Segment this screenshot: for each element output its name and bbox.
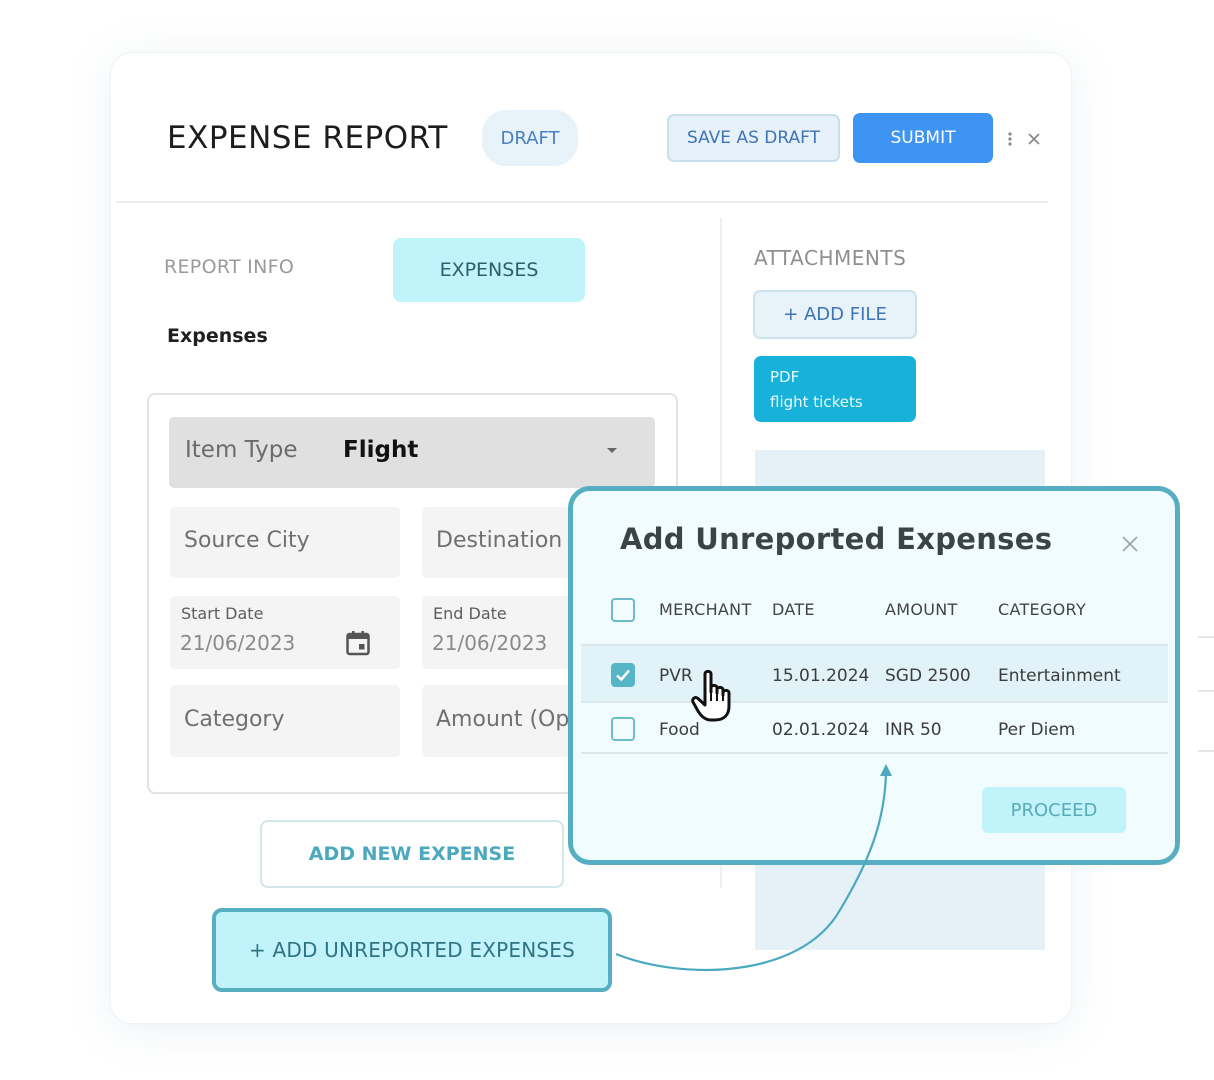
amount-placeholder: Amount (Op bbox=[436, 707, 570, 732]
save-as-draft-button[interactable]: SAVE AS DRAFT bbox=[667, 114, 840, 162]
destination-field[interactable]: Destination bbox=[422, 507, 572, 578]
cell-category: Per Diem bbox=[998, 720, 1076, 740]
row-checkbox[interactable] bbox=[611, 663, 635, 687]
column-header-date: DATE bbox=[772, 600, 815, 619]
column-header-merchant: MERCHANT bbox=[659, 600, 752, 619]
cell-merchant: PVR bbox=[659, 666, 693, 686]
background-decoration bbox=[1196, 636, 1214, 756]
dropdown-caret-icon bbox=[607, 448, 617, 453]
header-divider bbox=[116, 201, 1048, 203]
attachments-title: ATTACHMENTS bbox=[754, 246, 907, 270]
end-date-field[interactable]: End Date 21/06/2023 bbox=[422, 596, 572, 669]
category-placeholder: Category bbox=[184, 707, 285, 732]
section-title: Expenses bbox=[167, 325, 268, 347]
select-all-checkbox[interactable] bbox=[611, 598, 635, 622]
close-icon[interactable] bbox=[1024, 127, 1044, 151]
hand-pointer-cursor-icon bbox=[690, 668, 736, 724]
column-header-category: CATEGORY bbox=[998, 600, 1087, 619]
amount-field[interactable]: Amount (Op bbox=[422, 685, 572, 757]
attachment-file-chip[interactable]: PDF flight tickets bbox=[754, 356, 916, 422]
cell-category: Entertainment bbox=[998, 666, 1121, 686]
add-new-expense-button[interactable]: ADD NEW EXPENSE bbox=[260, 820, 564, 888]
cell-date: 02.01.2024 bbox=[772, 720, 870, 740]
attachment-file-name: flight tickets bbox=[770, 393, 863, 411]
status-badge: DRAFT bbox=[482, 110, 578, 166]
row-checkbox[interactable] bbox=[611, 717, 635, 741]
category-field[interactable]: Category bbox=[170, 685, 400, 757]
cell-amount: SGD 2500 bbox=[885, 666, 971, 686]
start-date-field[interactable]: Start Date 21/06/2023 bbox=[170, 596, 400, 669]
item-type-value: Flight bbox=[343, 437, 419, 463]
page-title: EXPENSE REPORT bbox=[167, 120, 448, 156]
more-options-icon[interactable] bbox=[1004, 127, 1016, 151]
cell-date: 15.01.2024 bbox=[772, 666, 870, 686]
end-date-value: 21/06/2023 bbox=[432, 631, 548, 655]
add-unreported-expenses-button[interactable]: + ADD UNREPORTED EXPENSES bbox=[212, 908, 612, 992]
source-city-field[interactable]: Source City bbox=[170, 507, 400, 578]
destination-placeholder: Destination bbox=[436, 528, 563, 553]
end-date-label: End Date bbox=[433, 604, 507, 623]
source-city-placeholder: Source City bbox=[184, 528, 310, 553]
item-type-select[interactable]: Item Type Flight bbox=[169, 417, 655, 488]
tab-report-info[interactable]: REPORT INFO bbox=[164, 256, 294, 278]
submit-button[interactable]: SUBMIT bbox=[853, 113, 993, 163]
proceed-button[interactable]: PROCEED bbox=[982, 787, 1126, 833]
column-header-amount: AMOUNT bbox=[885, 600, 958, 619]
calendar-icon[interactable] bbox=[346, 630, 370, 656]
cell-amount: INR 50 bbox=[885, 720, 942, 740]
start-date-label: Start Date bbox=[181, 604, 264, 623]
item-type-label: Item Type bbox=[185, 437, 298, 463]
modal-title: Add Unreported Expenses bbox=[620, 522, 1053, 556]
attachment-file-type: PDF bbox=[770, 368, 800, 386]
tab-expenses[interactable]: EXPENSES bbox=[393, 238, 585, 302]
row-divider bbox=[581, 752, 1168, 754]
modal-close-icon[interactable] bbox=[1119, 533, 1141, 555]
add-file-button[interactable]: + ADD FILE bbox=[753, 290, 917, 339]
start-date-value: 21/06/2023 bbox=[180, 631, 296, 655]
